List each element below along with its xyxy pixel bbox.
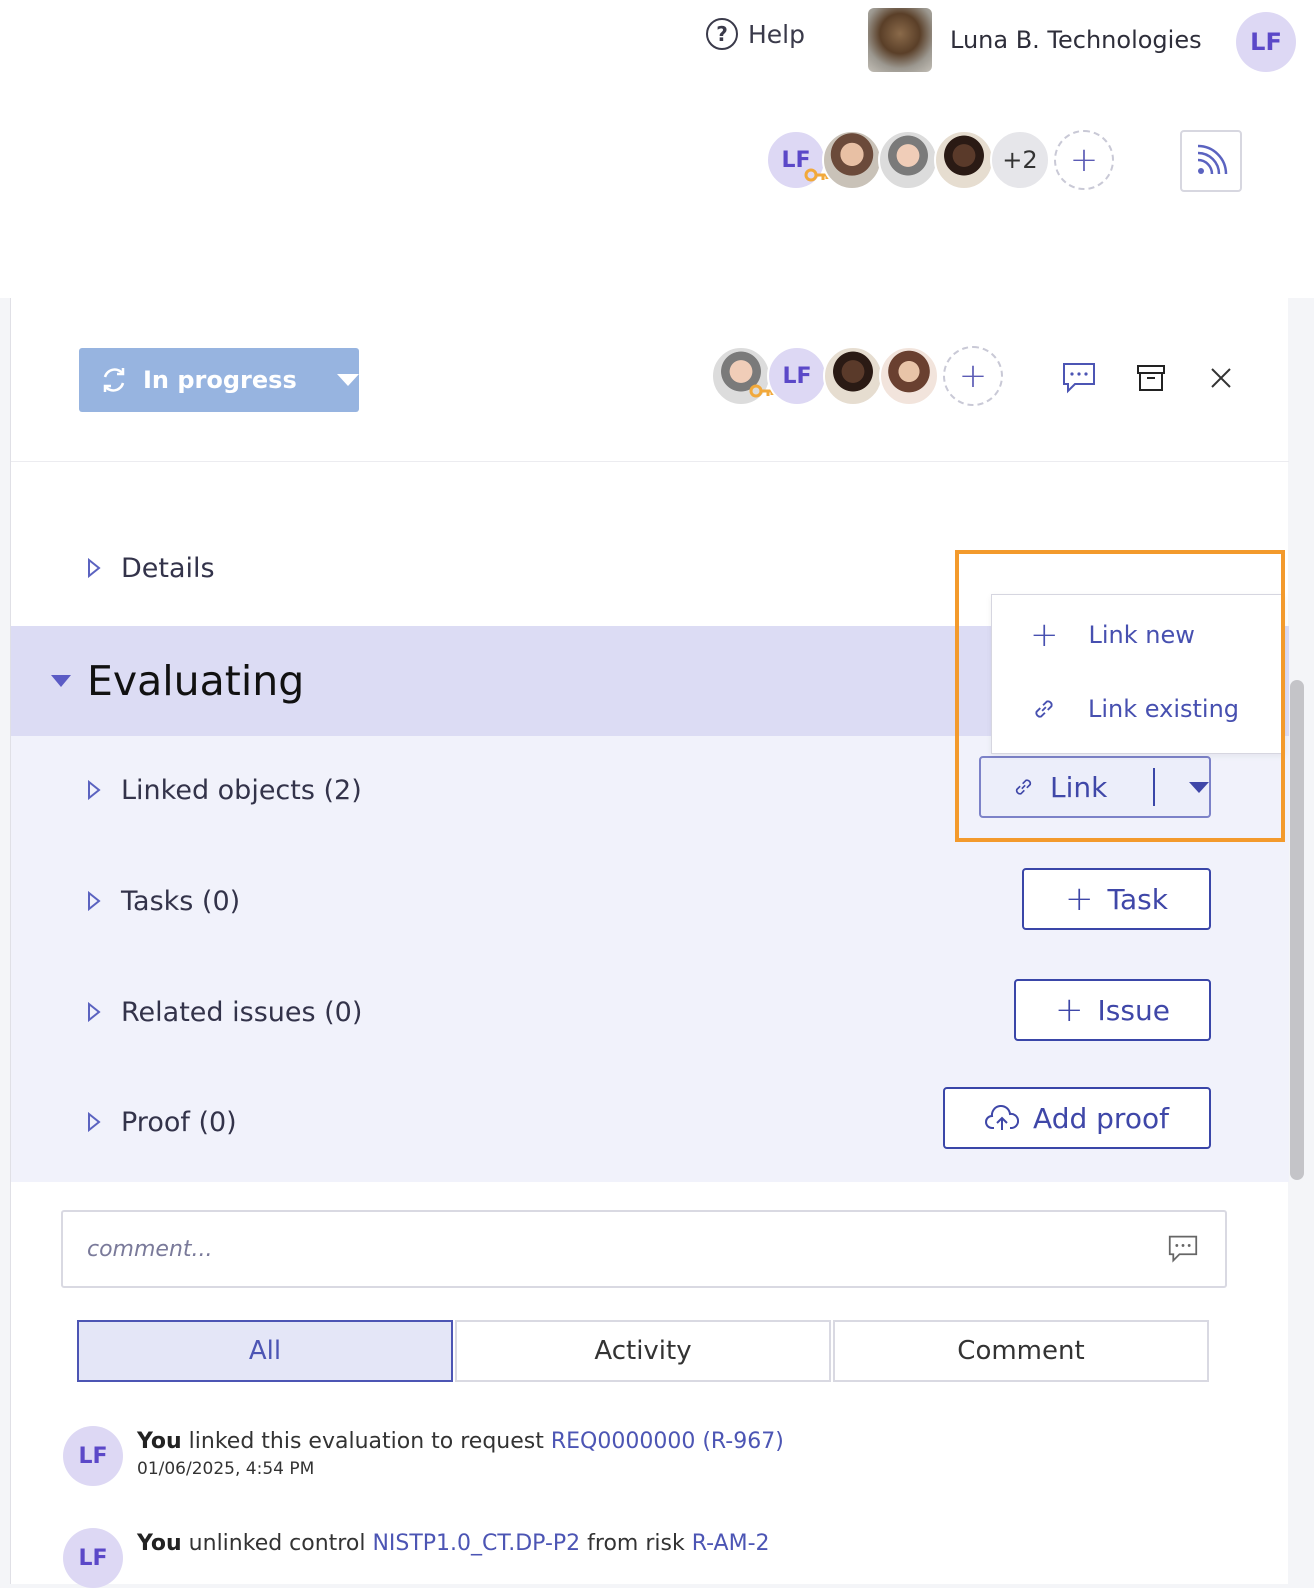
details-label: Details xyxy=(121,552,215,584)
action-text: unlinked control xyxy=(181,1531,373,1556)
owner-avatar[interactable]: LF xyxy=(766,130,829,190)
comment-box xyxy=(61,1210,1227,1288)
tasks-label: Tasks (0) xyxy=(121,885,241,917)
organization-name: Luna B. Technologies xyxy=(950,26,1202,54)
add-stakeholder-button[interactable]: + xyxy=(1054,130,1114,190)
avatar: LF xyxy=(63,1426,123,1486)
comment-input[interactable] xyxy=(87,1230,1127,1268)
close-icon xyxy=(1211,368,1231,388)
highlight-box xyxy=(955,550,1285,842)
evaluation-panel: In progress LF + Details Evaluating Link… xyxy=(10,298,1289,1588)
comments-button[interactable] xyxy=(1057,356,1101,400)
question-icon: ? xyxy=(706,18,738,50)
caret-right-icon xyxy=(88,1112,101,1132)
request-link[interactable]: REQ0000000 (R-967) xyxy=(551,1429,784,1454)
tab-activity[interactable]: Activity xyxy=(455,1320,831,1382)
record-header: LF +2 + xyxy=(0,90,1314,298)
add-task-label: Task xyxy=(1107,882,1168,916)
comment-icon[interactable] xyxy=(1167,1234,1199,1264)
feed-text: You linked this evaluation to request RE… xyxy=(137,1426,784,1458)
add-task-button[interactable]: + Task xyxy=(1022,868,1211,930)
caret-right-icon xyxy=(88,780,101,800)
risk-link[interactable]: R-AM-2 xyxy=(692,1531,770,1556)
stakeholder-avatar[interactable] xyxy=(822,130,882,190)
actor: You xyxy=(137,1531,182,1556)
plus-icon: + xyxy=(1065,879,1094,919)
caret-right-icon xyxy=(88,1002,101,1022)
more-stakeholders-count[interactable]: +2 xyxy=(990,130,1050,190)
feed-text: You unlinked control NISTP1.0_CT.DP-P2 f… xyxy=(137,1528,770,1560)
assignee-avatar[interactable]: LF xyxy=(767,346,827,406)
panel-header: In progress LF + xyxy=(11,298,1289,462)
top-bar: ? Help Luna B. Technologies LF xyxy=(0,0,1314,90)
add-proof-label: Add proof xyxy=(1033,1101,1169,1135)
rss-feed-button[interactable] xyxy=(1180,130,1242,192)
timestamp: 01/06/2025, 4:54 PM xyxy=(137,1459,315,1479)
stakeholders-list: LF +2 + xyxy=(766,130,1114,190)
rss-icon xyxy=(1197,144,1228,175)
add-issue-button[interactable]: + Issue xyxy=(1014,979,1211,1041)
scrollbar[interactable] xyxy=(1290,680,1304,1180)
close-button[interactable] xyxy=(1199,356,1243,400)
evaluating-title: Evaluating xyxy=(87,657,305,705)
assignee-avatar[interactable] xyxy=(823,346,883,406)
control-link[interactable]: NISTP1.0_CT.DP-P2 xyxy=(372,1531,580,1556)
tab-all[interactable]: All xyxy=(77,1320,453,1382)
refresh-icon xyxy=(103,368,125,392)
caret-down-icon xyxy=(51,675,71,687)
status-label: In progress xyxy=(143,366,297,394)
help-label: Help xyxy=(748,19,805,49)
action-text: from risk xyxy=(580,1531,692,1556)
chevron-down-icon xyxy=(336,374,359,386)
plus-icon: + xyxy=(1055,990,1084,1030)
help-link[interactable]: ? Help xyxy=(706,18,805,50)
archive-button[interactable] xyxy=(1129,356,1173,400)
related-issues-label: Related issues (0) xyxy=(121,996,363,1028)
organization-switcher[interactable]: Luna B. Technologies xyxy=(868,8,1202,72)
actor: You xyxy=(137,1429,182,1454)
user-avatar[interactable]: LF xyxy=(1236,12,1296,72)
status-dropdown[interactable]: In progress xyxy=(79,348,359,412)
tab-comment[interactable]: Comment xyxy=(833,1320,1209,1382)
stakeholder-avatar[interactable] xyxy=(934,130,994,190)
linked-objects-label: Linked objects (2) xyxy=(121,774,362,806)
organization-logo xyxy=(868,8,932,72)
stakeholder-avatar[interactable] xyxy=(878,130,938,190)
add-assignee-button[interactable]: + xyxy=(943,346,1003,406)
add-issue-label: Issue xyxy=(1097,993,1170,1027)
assignee-initials: LF xyxy=(782,363,812,389)
add-proof-button[interactable]: Add proof xyxy=(943,1087,1211,1149)
assignee-avatar[interactable] xyxy=(879,346,939,406)
caret-right-icon xyxy=(88,891,101,911)
avatar: LF xyxy=(63,1528,123,1588)
feed-item: LF You linked this evaluation to request… xyxy=(63,1426,784,1486)
activity-tabs: All Activity Comment xyxy=(77,1320,1211,1382)
cloud-upload-icon xyxy=(985,1105,1020,1130)
archive-icon xyxy=(1137,365,1165,391)
comment-icon xyxy=(1063,363,1095,394)
assignee-owner-avatar[interactable] xyxy=(711,346,774,406)
proof-label: Proof (0) xyxy=(121,1106,237,1138)
action-text: linked this evaluation to request xyxy=(181,1429,551,1454)
feed-item: LF You unlinked control NISTP1.0_CT.DP-P… xyxy=(63,1528,770,1588)
assignees-list: LF + xyxy=(711,346,1003,406)
caret-right-icon xyxy=(88,558,101,578)
